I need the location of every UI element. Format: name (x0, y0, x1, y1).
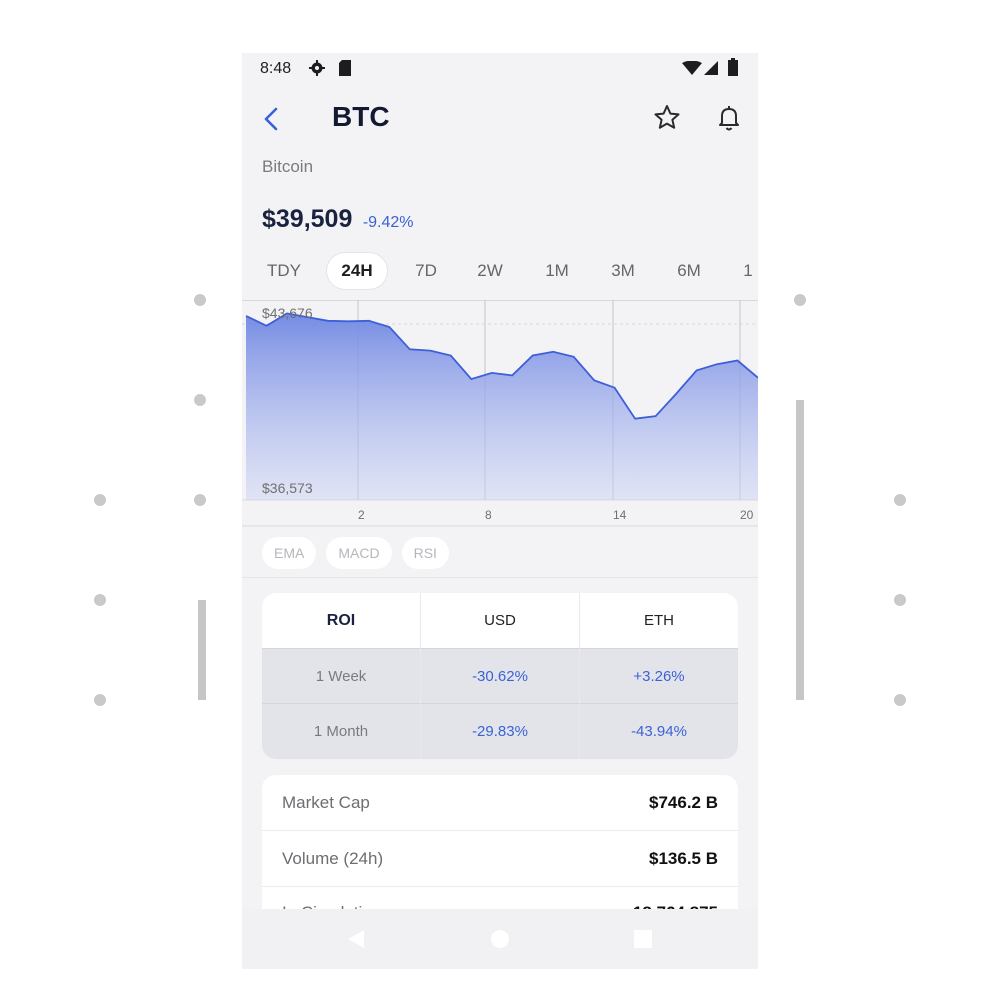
app-bar: BTC (242, 93, 758, 145)
square-recents-icon (634, 930, 652, 948)
divider (242, 577, 758, 578)
tab-3m[interactable]: 3M (598, 253, 648, 289)
divider (420, 593, 421, 759)
price-change: -9.42% (362, 214, 414, 231)
gear-icon (309, 60, 325, 76)
phone-screen: 8:48 BTC Bitcoin $39,509 -9.42% TDY 24H … (242, 53, 758, 969)
system-nav-bar (242, 909, 758, 969)
roi-row-eth: -43.94% (631, 723, 687, 740)
decor-dot (894, 694, 906, 706)
back-button[interactable] (256, 103, 288, 135)
bell-icon (719, 106, 739, 131)
decor-dot (194, 494, 206, 506)
chip-rsi[interactable]: RSI (401, 537, 449, 569)
indicator-chips: EMA MACD RSI (262, 537, 459, 571)
roi-header-row: ROI USD ETH (262, 593, 738, 648)
decor-dot (794, 294, 806, 306)
stat-value: $136.5 B (649, 849, 718, 868)
alert-button[interactable] (712, 101, 746, 135)
current-price: $39,509 (262, 205, 353, 233)
coin-name: Bitcoin (262, 157, 314, 176)
battery-icon (728, 58, 738, 76)
roi-row-eth: +3.26% (633, 668, 685, 685)
decor-dot (894, 494, 906, 506)
page-title: BTC (332, 101, 390, 132)
range-tabs: TDY 24H 7D 2W 1M 3M 6M 1 (242, 253, 758, 291)
chart-min-label: $36,573 (262, 480, 313, 496)
chip-macd[interactable]: MACD (326, 537, 392, 569)
decor-dot (94, 494, 106, 506)
circle-home-icon (491, 930, 509, 948)
roi-header-eth: ETH (644, 612, 674, 629)
wifi-icon (682, 61, 702, 75)
tab-7d[interactable]: 7D (402, 253, 450, 289)
favorite-button[interactable] (650, 101, 684, 135)
decor-dot (894, 594, 906, 606)
x-tick-label: 8 (485, 508, 492, 522)
x-tick-label: 2 (358, 508, 365, 522)
nav-back-button[interactable] (344, 927, 368, 951)
stat-label: Market Cap (282, 793, 370, 812)
chevron-left-icon (264, 107, 278, 131)
price-chart-svg: $43,676 $36,573 2 8 14 20 (242, 300, 758, 527)
star-icon (654, 105, 680, 129)
stat-value: $746.2 B (649, 793, 718, 812)
roi-row-period: 1 Week (315, 668, 367, 685)
chart-max-label: $43,676 (262, 305, 313, 321)
chart-area (246, 313, 758, 500)
roi-row-usd: -30.62% (472, 668, 528, 685)
decor-bar (198, 600, 206, 700)
signal-icon (704, 61, 718, 75)
price-chart[interactable]: $43,676 $36,573 2 8 14 20 (242, 300, 758, 528)
tab-24h[interactable]: 24H (327, 253, 387, 289)
tab-1m[interactable]: 1M (532, 253, 582, 289)
decor-bar (796, 400, 804, 700)
roi-header-roi: ROI (326, 612, 356, 629)
price-row: $39,509 -9.42% (262, 205, 414, 237)
decor-dot (194, 294, 206, 306)
stat-row: Volume (24h) $136.5 B (262, 831, 738, 887)
status-bar: 8:48 (242, 53, 758, 83)
sd-card-icon (339, 60, 351, 76)
roi-row-period: 1 Month (313, 723, 369, 740)
stat-label: Volume (24h) (282, 849, 384, 868)
stat-row: Market Cap $746.2 B (262, 775, 738, 831)
tab-6m[interactable]: 6M (664, 253, 714, 289)
tab-2w[interactable]: 2W (464, 253, 516, 289)
nav-recents-button[interactable] (631, 927, 655, 951)
tab-1y[interactable]: 1 (738, 253, 758, 289)
decor-dot (194, 394, 206, 406)
triangle-back-icon (348, 930, 364, 948)
x-tick-label: 20 (740, 508, 754, 522)
divider (579, 593, 580, 759)
status-time: 8:48 (260, 60, 292, 77)
roi-table: ROI USD ETH 1 Week -30.62% +3.26% 1 Mont… (262, 593, 738, 759)
chip-ema[interactable]: EMA (262, 537, 317, 569)
x-tick-label: 14 (613, 508, 627, 522)
tab-tdy[interactable]: TDY (256, 253, 312, 289)
nav-home-button[interactable] (488, 927, 512, 951)
decor-dot (94, 594, 106, 606)
roi-header-usd: USD (484, 612, 516, 629)
roi-row-usd: -29.83% (472, 723, 528, 740)
decor-dot (94, 694, 106, 706)
